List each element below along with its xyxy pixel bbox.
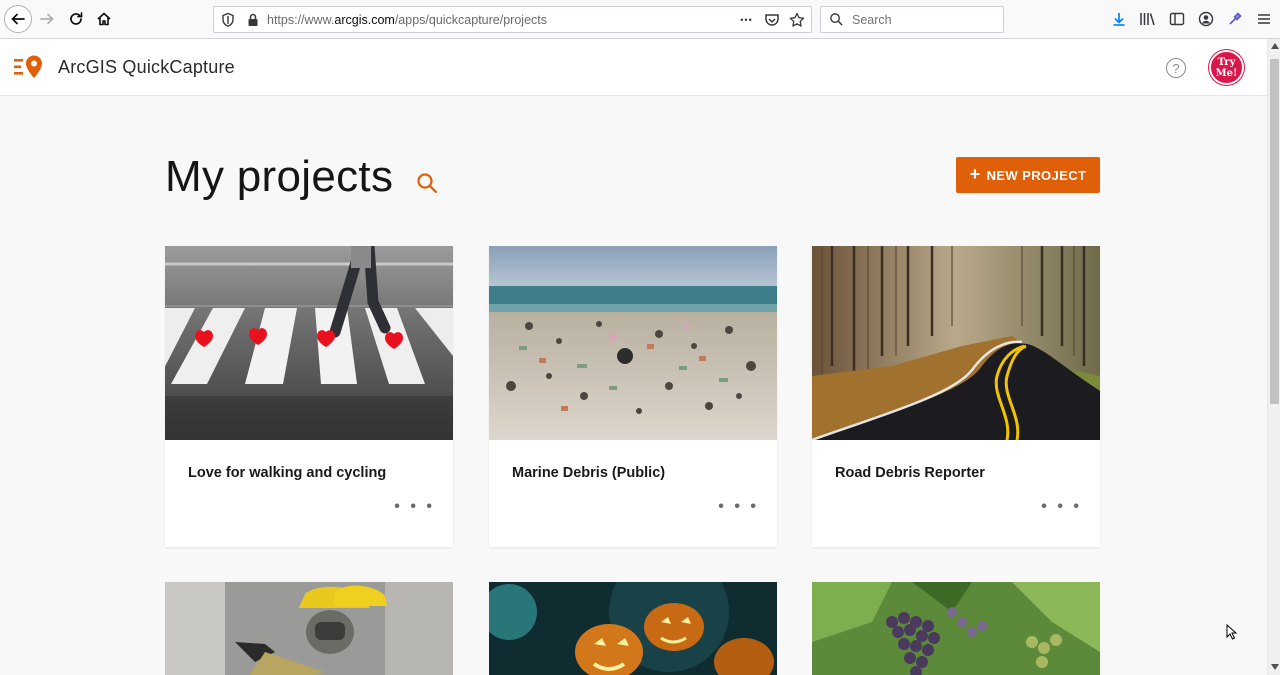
page-title: My projects	[165, 152, 394, 201]
project-thumbnail	[165, 246, 453, 440]
mouse-cursor-icon	[1226, 624, 1238, 640]
library-icon[interactable]	[1139, 10, 1156, 27]
url-text[interactable]: https://www.arcgis.com/apps/quickcapture…	[267, 13, 547, 27]
menu-icon[interactable]	[1255, 10, 1272, 27]
project-thumbnail	[489, 246, 777, 440]
back-button[interactable]	[4, 5, 32, 33]
page-scrollbar[interactable]	[1267, 39, 1280, 675]
pocket-icon[interactable]	[763, 11, 780, 28]
reload-icon	[70, 12, 83, 25]
page-actions-icon[interactable]: •••	[738, 11, 755, 28]
bookmark-star-icon[interactable]	[788, 11, 805, 28]
new-project-button[interactable]: + NEW PROJECT	[956, 157, 1100, 193]
app-header: ArcGIS QuickCapture ? Try Me!	[0, 39, 1267, 96]
sidebar-icon[interactable]	[1168, 10, 1185, 27]
more-options-icon[interactable]: • • •	[1041, 499, 1082, 515]
scroll-thumb[interactable]	[1270, 59, 1279, 404]
project-card[interactable]: Love for walking and cycling • • •	[165, 246, 453, 547]
project-card[interactable]: Road Debris Reporter • • •	[812, 246, 1100, 547]
more-options-icon[interactable]: • • •	[718, 499, 759, 515]
lock-icon[interactable]	[246, 12, 260, 28]
project-thumbnail	[812, 246, 1100, 440]
search-projects-icon[interactable]	[415, 171, 439, 195]
download-icon[interactable]	[1110, 10, 1127, 27]
plus-icon: +	[969, 164, 981, 184]
eyedropper-icon[interactable]	[1226, 10, 1243, 27]
shield-icon[interactable]	[221, 12, 235, 28]
project-name[interactable]: Road Debris Reporter	[835, 465, 985, 481]
home-button[interactable]	[90, 5, 118, 33]
reload-button[interactable]	[62, 5, 90, 33]
forward-button[interactable]	[33, 5, 61, 33]
arrow-right-icon	[40, 13, 54, 25]
browser-search-input[interactable]: Search	[820, 6, 1004, 33]
browser-toolbar: https://www.arcgis.com/apps/quickcapture…	[0, 0, 1280, 39]
user-avatar[interactable]: Try Me!	[1209, 50, 1244, 85]
scroll-up-arrow-icon[interactable]	[1271, 43, 1279, 49]
more-options-icon[interactable]: • • •	[394, 499, 435, 515]
project-card[interactable]	[489, 582, 777, 675]
project-thumbnail	[812, 582, 1100, 675]
project-card[interactable]: Marine Debris (Public) • • •	[489, 246, 777, 547]
arrow-left-icon	[11, 13, 25, 25]
quickcapture-logo-icon	[14, 55, 42, 78]
project-thumbnail	[165, 582, 453, 675]
scroll-down-arrow-icon[interactable]	[1271, 664, 1279, 670]
project-thumbnail	[489, 582, 777, 675]
project-card[interactable]	[812, 582, 1100, 675]
account-icon[interactable]	[1197, 10, 1214, 27]
help-button[interactable]: ?	[1166, 58, 1186, 78]
app-title: ArcGIS QuickCapture	[58, 57, 235, 77]
project-card[interactable]	[165, 582, 453, 675]
url-bar[interactable]: https://www.arcgis.com/apps/quickcapture…	[213, 6, 812, 33]
search-icon	[830, 13, 843, 26]
home-icon	[97, 12, 111, 26]
project-name[interactable]: Love for walking and cycling	[188, 465, 386, 481]
project-name[interactable]: Marine Debris (Public)	[512, 465, 665, 481]
